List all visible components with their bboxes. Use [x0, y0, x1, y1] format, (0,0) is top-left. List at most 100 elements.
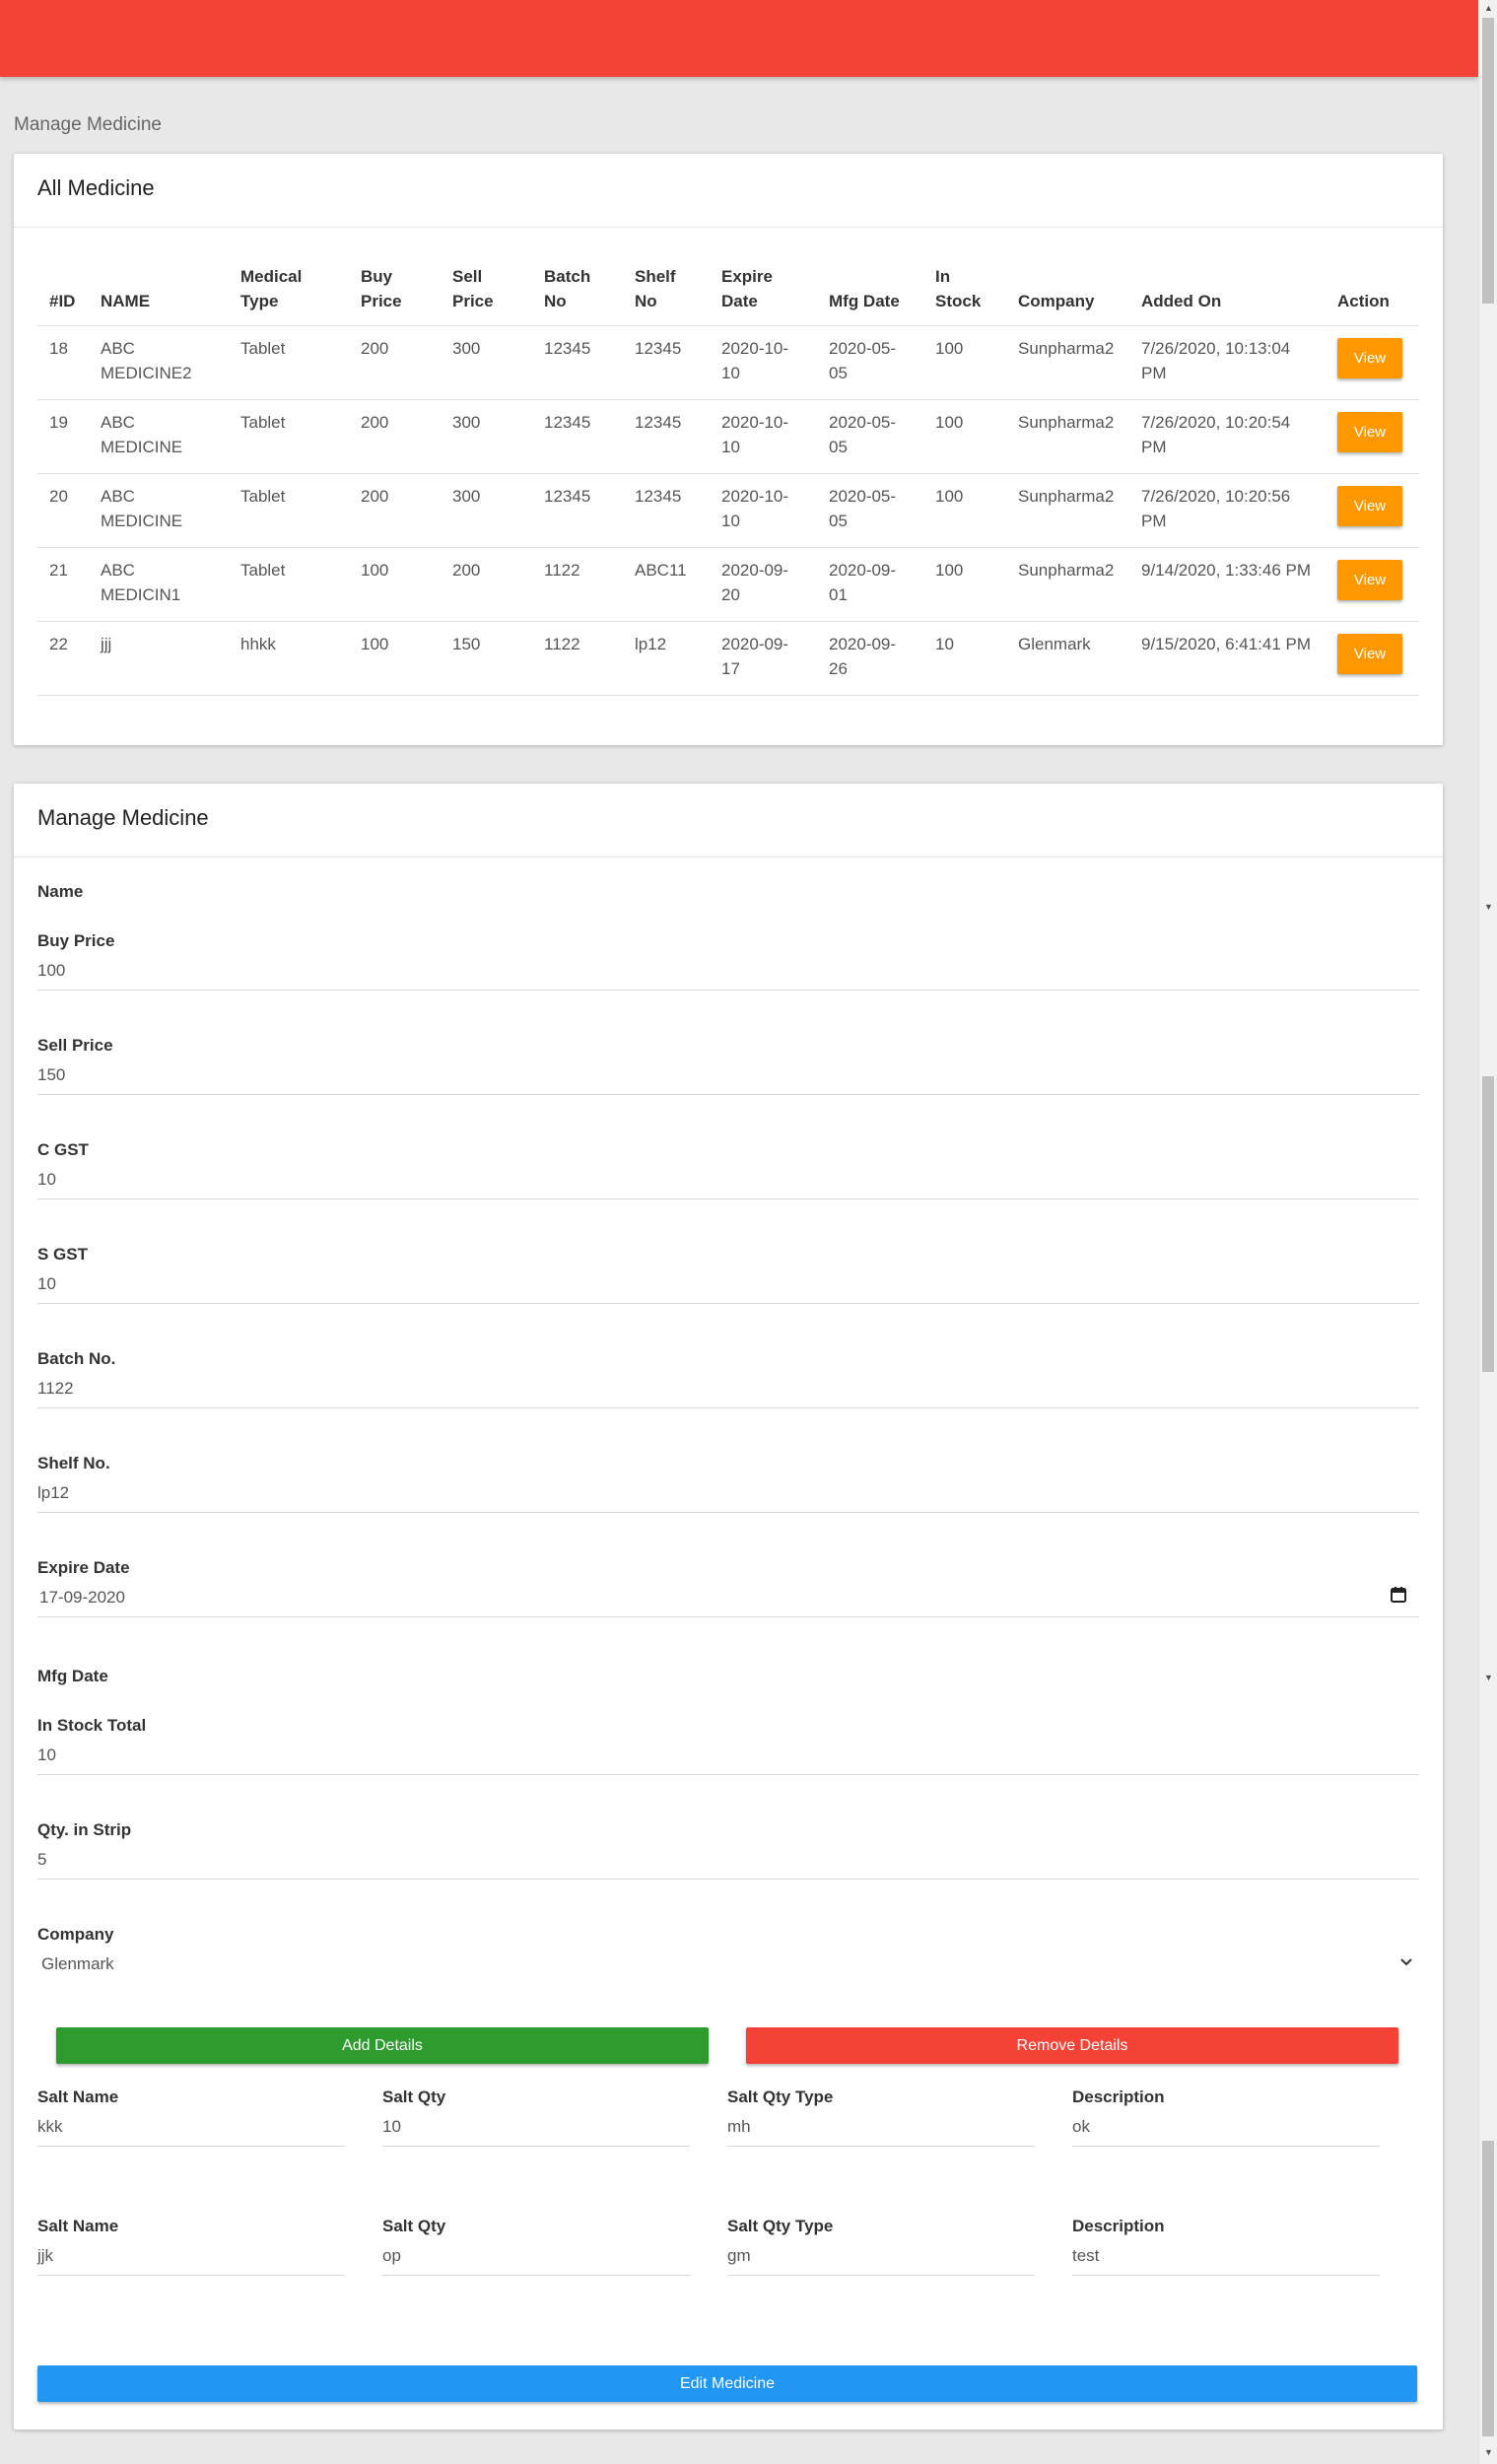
scroll-thumb-tertiary[interactable] — [1482, 2141, 1494, 2436]
add-details-button[interactable]: Add Details — [56, 2027, 709, 2064]
col-header-batch-no: Batch No — [532, 228, 623, 326]
table-row: 20 ABC MEDICINE Tablet 200 300 12345 123… — [37, 473, 1419, 548]
cell-added-on: 7/26/2020, 10:20:54 PM — [1129, 399, 1326, 474]
in-stock-total-input[interactable]: 10 — [37, 1736, 1419, 1775]
qty-in-strip-input[interactable]: 5 — [37, 1840, 1419, 1880]
batch-no-input[interactable]: 1122 — [37, 1369, 1419, 1408]
view-button[interactable]: View — [1337, 411, 1402, 452]
table-header-row: #ID NAME Medical Type Buy Price Sell Pri… — [37, 228, 1419, 326]
scroll-thumb[interactable] — [1482, 18, 1494, 304]
buy-price-input[interactable]: 100 — [37, 951, 1419, 991]
cell-batch: 12345 — [532, 473, 623, 548]
salt-name-input[interactable]: kkk — [37, 2107, 345, 2147]
company-select[interactable]: Glenmark — [37, 1945, 1419, 1984]
cell-stock: 10 — [923, 621, 1006, 696]
cell-action: View — [1326, 621, 1419, 696]
card-header: Manage Medicine — [14, 784, 1443, 857]
cell-shelf: 12345 — [623, 325, 710, 400]
cell-buy-price: 200 — [349, 473, 441, 548]
cell-sell-price: 200 — [441, 547, 532, 622]
company-label: Company — [37, 1925, 114, 1944]
col-header-sell-price: Sell Price — [441, 228, 532, 326]
expire-date-input[interactable]: 17-09-2020 — [37, 1578, 1419, 1617]
scroll-down-icon-bottom[interactable]: ▼ — [1479, 2444, 1497, 2461]
cell-company: Sunpharma2 — [1006, 473, 1129, 548]
salt-qty-label: Salt Qty — [382, 2088, 446, 2106]
salt-qty-type-field: Salt Qty Type gm — [727, 2217, 1035, 2276]
salt-name-label: Salt Name — [37, 2217, 119, 2235]
scroll-down-icon[interactable]: ▼ — [1479, 899, 1497, 916]
shelf-no-input[interactable]: lp12 — [37, 1473, 1419, 1513]
page-scrollbar[interactable]: ▲ ▼ ▼ ▼ — [1478, 0, 1497, 2464]
cell-sell-price: 300 — [441, 399, 532, 474]
view-button[interactable]: View — [1337, 485, 1402, 526]
salt-name-field: Salt Name kkk — [37, 2088, 345, 2147]
salt-qty-type-field: Salt Qty Type mh — [727, 2088, 1035, 2147]
description-label: Description — [1072, 2088, 1165, 2106]
chevron-down-icon[interactable] — [1399, 1954, 1413, 1972]
breadcrumb: Manage Medicine — [14, 114, 162, 135]
col-header-company: Company — [1006, 228, 1129, 326]
salt-qty-type-input[interactable]: gm — [727, 2236, 1035, 2276]
medicine-table: #ID NAME Medical Type Buy Price Sell Pri… — [37, 228, 1419, 696]
company-field: Company Glenmark — [37, 1925, 1419, 1984]
cell-added-on: 9/15/2020, 6:41:41 PM — [1129, 621, 1326, 696]
cell-stock: 100 — [923, 473, 1006, 548]
cell-batch: 12345 — [532, 399, 623, 474]
table-wrapper: #ID NAME Medical Type Buy Price Sell Pri… — [14, 228, 1443, 696]
cell-action: View — [1326, 473, 1419, 548]
cell-sell-price: 300 — [441, 325, 532, 400]
remove-details-button[interactable]: Remove Details — [746, 2027, 1398, 2064]
in-stock-total-label: In Stock Total — [37, 1716, 147, 1735]
salt-name-input[interactable]: jjk — [37, 2236, 345, 2276]
cell-buy-price: 200 — [349, 399, 441, 474]
salt-qty-type-input[interactable]: mh — [727, 2107, 1035, 2147]
sell-price-input[interactable]: 150 — [37, 1056, 1419, 1095]
description-input[interactable]: test — [1072, 2236, 1380, 2276]
salt-qty-input[interactable]: op — [382, 2236, 690, 2276]
cell-expire: 2020-10-10 — [710, 399, 817, 474]
scroll-up-icon[interactable]: ▲ — [1479, 0, 1497, 17]
all-medicine-card: All Medicine #ID NAME Medical Type Buy P… — [14, 154, 1443, 745]
cell-id: 21 — [37, 547, 89, 622]
cell-id: 20 — [37, 473, 89, 548]
view-button[interactable]: View — [1337, 337, 1402, 378]
scroll-thumb-secondary[interactable] — [1482, 1076, 1494, 1372]
cell-company: Sunpharma2 — [1006, 399, 1129, 474]
col-header-id: #ID — [37, 228, 89, 326]
cell-sell-price: 150 — [441, 621, 532, 696]
description-input[interactable]: ok — [1072, 2107, 1380, 2147]
cell-buy-price: 100 — [349, 547, 441, 622]
cell-batch: 12345 — [532, 325, 623, 400]
cell-type: Tablet — [229, 399, 349, 474]
col-header-mfg-date: Mfg Date — [817, 228, 923, 326]
col-header-action: Action — [1326, 228, 1419, 326]
scroll-down-icon-secondary[interactable]: ▼ — [1479, 1670, 1497, 1686]
salt-qty-field: Salt Qty 10 — [382, 2088, 690, 2147]
c-gst-input[interactable]: 10 — [37, 1160, 1419, 1199]
cell-expire: 2020-09-20 — [710, 547, 817, 622]
in-stock-total-field: In Stock Total 10 — [37, 1716, 1419, 1775]
cell-id: 19 — [37, 399, 89, 474]
cell-stock: 100 — [923, 325, 1006, 400]
view-button[interactable]: View — [1337, 633, 1402, 674]
salt-qty-input[interactable]: 10 — [382, 2107, 690, 2147]
cell-type: Tablet — [229, 547, 349, 622]
description-field: Description ok — [1072, 2088, 1380, 2147]
salt-row: Salt Name jjk Salt Qty op Salt Qty Type … — [37, 2217, 1417, 2295]
cell-shelf: 12345 — [623, 399, 710, 474]
manage-medicine-card: Manage Medicine Name Buy Price 100 Sell … — [14, 784, 1443, 2430]
expire-date-label: Expire Date — [37, 1558, 130, 1577]
salt-qty-type-label: Salt Qty Type — [727, 2217, 834, 2235]
s-gst-label: S GST — [37, 1245, 89, 1264]
salt-qty-label: Salt Qty — [382, 2217, 446, 2235]
view-button[interactable]: View — [1337, 559, 1402, 600]
calendar-icon[interactable] — [1390, 1586, 1407, 1608]
edit-medicine-button[interactable]: Edit Medicine — [37, 2365, 1417, 2402]
buy-price-field: Buy Price 100 — [37, 931, 1419, 991]
cell-batch: 1122 — [532, 547, 623, 622]
batch-no-field: Batch No. 1122 — [37, 1349, 1419, 1408]
s-gst-input[interactable]: 10 — [37, 1265, 1419, 1304]
buy-price-label: Buy Price — [37, 931, 115, 950]
cell-name: ABC MEDICINE — [89, 399, 229, 474]
